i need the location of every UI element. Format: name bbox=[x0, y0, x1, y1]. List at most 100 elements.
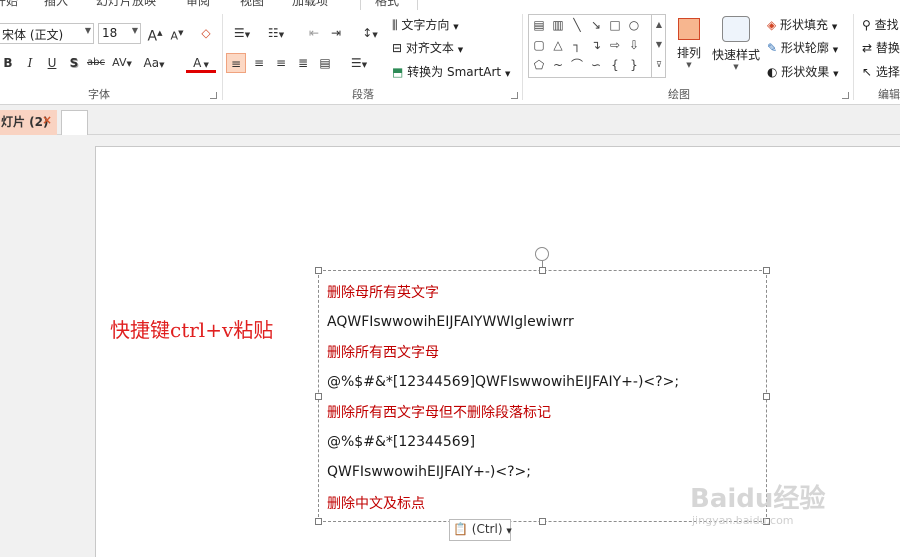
right-brace-icon[interactable]: } bbox=[626, 58, 642, 72]
select-button[interactable]: ↖ 选择 bbox=[862, 63, 900, 80]
bold-button[interactable]: B bbox=[0, 53, 18, 73]
group-divider bbox=[222, 14, 223, 100]
convert-smartart-button[interactable]: ⬒ 转换为 SmartArt ▼ bbox=[392, 63, 510, 80]
arrange-icon bbox=[678, 18, 700, 40]
group-divider bbox=[522, 14, 523, 100]
shadow-button[interactable]: S bbox=[64, 53, 84, 73]
grow-font-button[interactable]: A▲ bbox=[145, 23, 165, 45]
tab-format[interactable]: 格式 bbox=[360, 0, 418, 10]
new-tab-button[interactable] bbox=[61, 110, 88, 135]
font-color-button[interactable]: A ▼ bbox=[186, 53, 216, 73]
ribbon-tab-strip: 开始 插入 幻灯片放映 审阅 视图 加载项 格式 bbox=[0, 0, 900, 10]
font-group-label: 字体 bbox=[88, 88, 110, 101]
quick-styles-button[interactable]: 快速样式 ▼ bbox=[710, 16, 762, 82]
paragraph-dialog-launcher-icon[interactable] bbox=[511, 92, 518, 99]
change-case-button[interactable]: Aa▼ bbox=[141, 53, 167, 73]
align-text-button[interactable]: ⊟ 对齐文本 ▼ bbox=[392, 39, 463, 56]
elbow-connector-icon[interactable]: ┐ bbox=[569, 38, 585, 52]
resize-handle[interactable] bbox=[315, 267, 322, 274]
vertical-textbox-shape-icon[interactable]: ▥ bbox=[550, 18, 566, 32]
down-arrow-icon[interactable]: ⇩ bbox=[626, 38, 642, 52]
decrease-indent-icon[interactable]: ⇤ bbox=[304, 23, 324, 43]
shrink-font-button[interactable]: A▼ bbox=[167, 23, 187, 43]
shape-outline-button[interactable]: ✎ 形状轮廓 ▼ bbox=[767, 39, 838, 56]
drawing-group-label: 绘图 bbox=[668, 88, 690, 101]
font-dialog-launcher-icon[interactable] bbox=[210, 92, 217, 99]
paragraph-group-label: 段落 bbox=[352, 88, 374, 101]
clear-format-icon[interactable]: ◇ bbox=[196, 23, 216, 43]
font-size-value: 18 bbox=[102, 26, 118, 40]
tab-addins[interactable]: 加载项 bbox=[292, 0, 328, 9]
arrange-button[interactable]: 排列 ▼ bbox=[672, 16, 706, 82]
tab-slideshow[interactable]: 幻灯片放映 bbox=[96, 0, 156, 9]
char-spacing-button[interactable]: AV▼ bbox=[109, 53, 135, 73]
chevron-down-icon: ▼ bbox=[84, 26, 91, 35]
oval-shape-icon[interactable]: ○ bbox=[626, 18, 642, 32]
tab-view[interactable]: 视图 bbox=[240, 0, 264, 9]
find-button[interactable]: ⚲ 查找 bbox=[862, 16, 899, 33]
slide-caption: 快捷键ctrl+v粘贴 bbox=[110, 318, 274, 342]
rotate-handle-icon[interactable] bbox=[535, 247, 549, 261]
strikethrough-button[interactable]: abc bbox=[86, 53, 106, 73]
smartart-icon: ⬒ bbox=[392, 65, 408, 79]
close-icon[interactable]: × bbox=[42, 113, 52, 127]
underline-button[interactable]: U bbox=[42, 53, 62, 73]
block-arrow-icon[interactable]: ⇨ bbox=[607, 38, 623, 52]
binoculars-icon: ⚲ bbox=[862, 18, 875, 32]
resize-handle[interactable] bbox=[315, 518, 322, 525]
rectangle-shape-icon[interactable]: □ bbox=[607, 18, 623, 32]
tab-review[interactable]: 审阅 bbox=[186, 0, 210, 9]
tab-insert[interactable]: 插入 bbox=[44, 0, 68, 9]
align-left-button[interactable]: ≡ bbox=[226, 53, 246, 73]
group-divider bbox=[853, 14, 854, 100]
resize-handle[interactable] bbox=[763, 267, 770, 274]
columns-button[interactable]: ☰▼ bbox=[346, 53, 372, 73]
tab-home[interactable]: 开始 bbox=[0, 0, 18, 9]
freeform-shape-icon[interactable]: ~ bbox=[550, 58, 566, 72]
align-right-button[interactable]: ≡ bbox=[271, 53, 291, 73]
rounded-rect-shape-icon[interactable]: ▢ bbox=[531, 38, 547, 52]
text-direction-button[interactable]: ⫼ 文字方向 ▼ bbox=[392, 16, 459, 33]
shape-fill-button[interactable]: ◈ 形状填充 ▼ bbox=[767, 16, 837, 33]
document-tab[interactable]: 灯片 (2) × bbox=[0, 110, 57, 135]
drawing-dialog-launcher-icon[interactable] bbox=[842, 92, 849, 99]
font-size-box[interactable]: 18 ▼ bbox=[98, 23, 141, 44]
effects-icon: ◐ bbox=[767, 65, 782, 79]
paste-options-button[interactable]: 📋 (Ctrl) ▼ bbox=[449, 519, 512, 541]
paste-options-label: (Ctrl) bbox=[471, 522, 503, 536]
distribute-button[interactable]: ▤ bbox=[315, 53, 335, 73]
gallery-scroll[interactable]: ▲ ▼ ⊽ bbox=[651, 15, 666, 77]
clipboard-icon: 📋 bbox=[453, 522, 468, 536]
elbow-arrow-icon[interactable]: ↴ bbox=[588, 38, 604, 52]
left-brace-icon[interactable]: { bbox=[607, 58, 623, 72]
font-name-box[interactable]: 宋体 (正文) ▼ bbox=[0, 23, 94, 44]
text-line: 删除母所有英文字 bbox=[327, 285, 439, 301]
resize-handle[interactable] bbox=[539, 518, 546, 525]
resize-handle[interactable] bbox=[315, 393, 322, 400]
arc-shape-icon[interactable]: ⌒ bbox=[569, 58, 585, 72]
replace-button[interactable]: ⇄ 替换 bbox=[862, 39, 900, 56]
bullets-button[interactable]: ☰▼ bbox=[228, 23, 256, 43]
resize-handle[interactable] bbox=[763, 393, 770, 400]
numbering-button[interactable]: ☷▼ bbox=[262, 23, 290, 43]
document-tab-bar: 灯片 (2) × bbox=[0, 105, 900, 135]
justify-button[interactable]: ≣ bbox=[293, 53, 313, 73]
pentagon-shape-icon[interactable]: ⬠ bbox=[531, 58, 547, 72]
line-shape-icon[interactable]: ╲ bbox=[569, 18, 585, 32]
paint-bucket-icon: ◈ bbox=[767, 18, 781, 32]
arrow-shape-icon[interactable]: ↘ bbox=[588, 18, 604, 32]
align-center-button[interactable]: ≡ bbox=[249, 53, 269, 73]
resize-handle[interactable] bbox=[539, 267, 546, 274]
line-spacing-button[interactable]: ↕▼ bbox=[357, 23, 383, 43]
text-line: 删除所有西文字母 bbox=[327, 345, 439, 361]
watermark-logo: Baidu经验 bbox=[690, 484, 826, 514]
textbox-shape-icon[interactable]: ▤ bbox=[531, 18, 547, 32]
triangle-shape-icon[interactable]: △ bbox=[550, 38, 566, 52]
text-line: @%$#&*[12344569] bbox=[327, 434, 476, 450]
shapes-gallery[interactable]: ▤ ▥ ╲ ↘ □ ○ ▢ △ ┐ ↴ ⇨ ⇩ ⬠ ~ ⌒ ∽ { } ▲ ▼ ⊽ bbox=[528, 14, 666, 78]
increase-indent-icon[interactable]: ⇥ bbox=[326, 23, 346, 43]
italic-button[interactable]: I bbox=[20, 53, 40, 73]
shape-effects-button[interactable]: ◐ 形状效果 ▼ bbox=[767, 63, 839, 80]
curve-shape-icon[interactable]: ∽ bbox=[588, 58, 604, 72]
pen-icon: ✎ bbox=[767, 41, 781, 55]
